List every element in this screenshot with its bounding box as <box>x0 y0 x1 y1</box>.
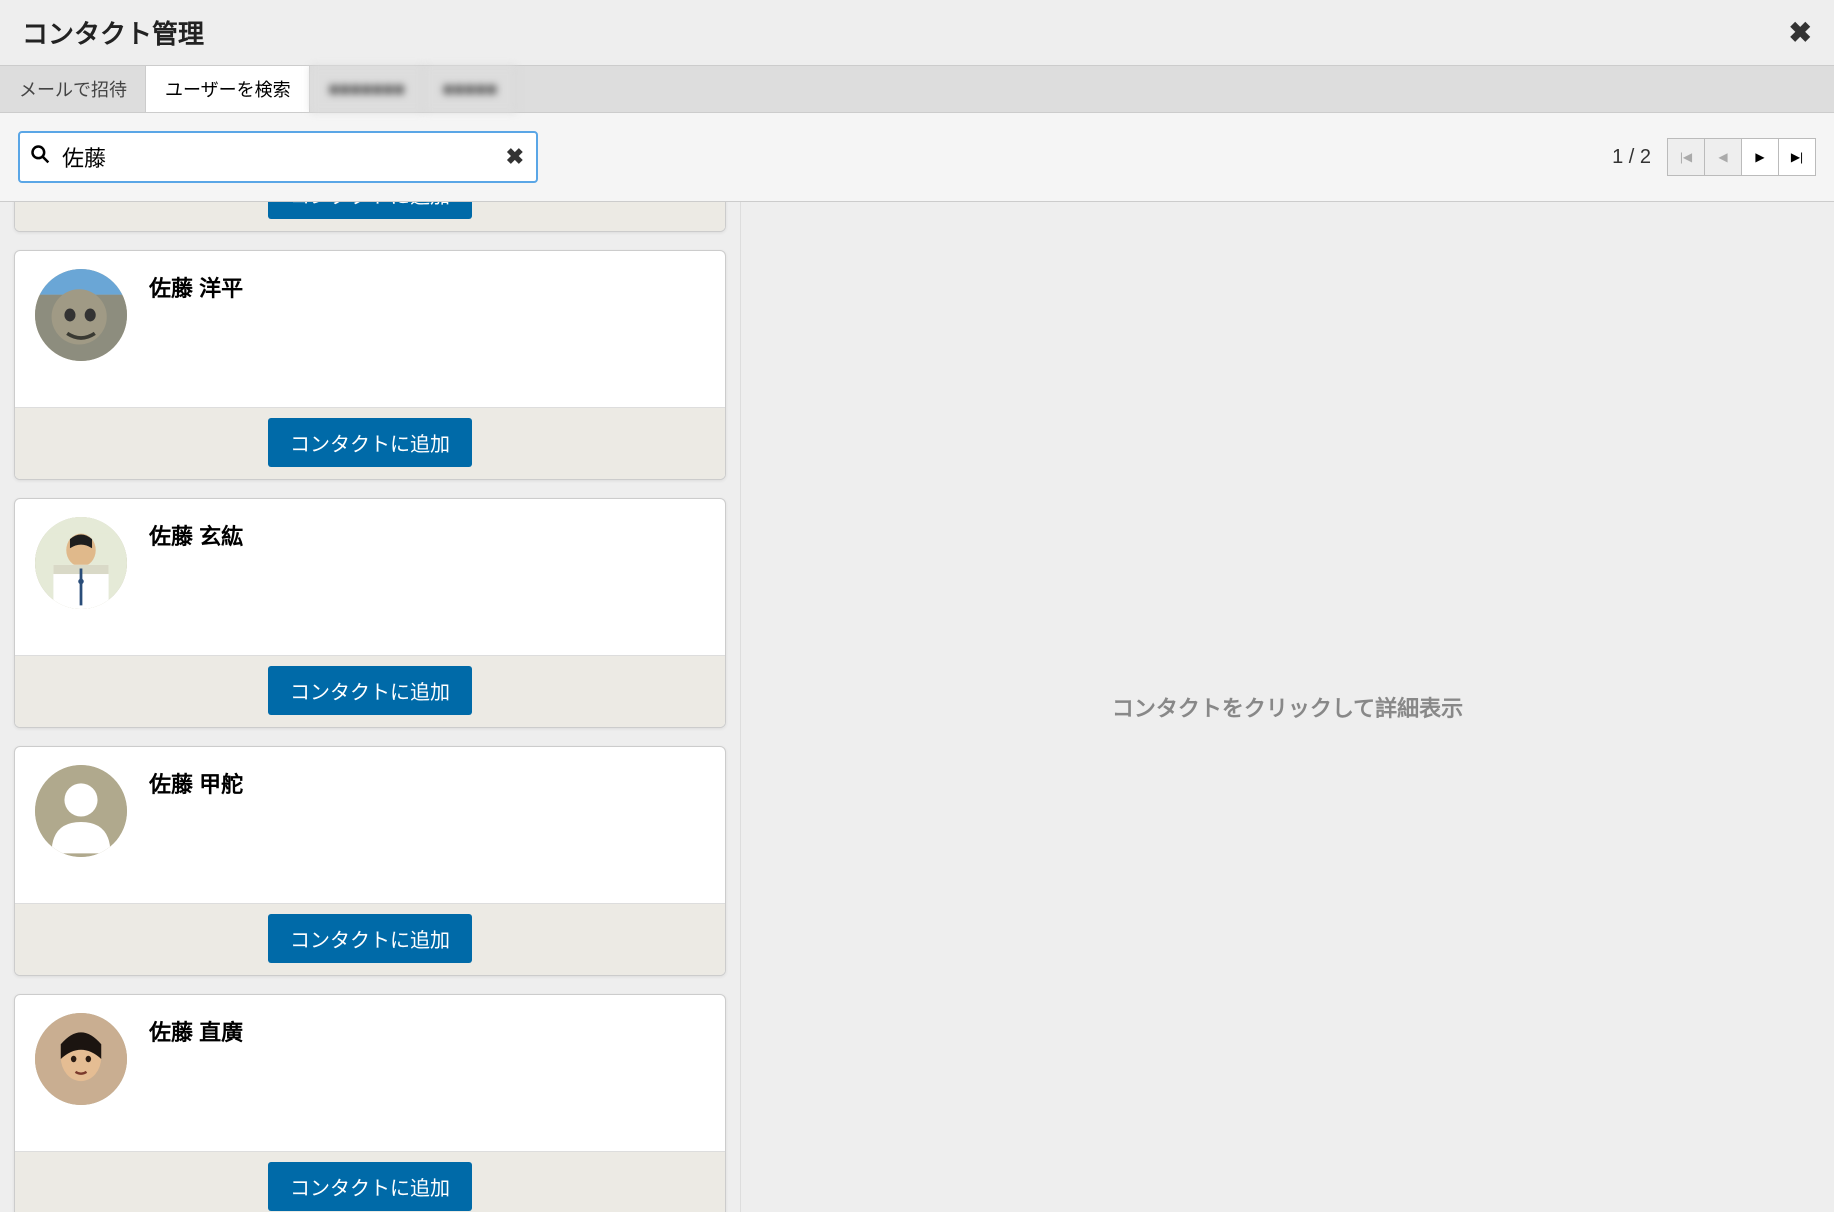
avatar <box>35 1013 127 1105</box>
contact-management-modal: コンタクト管理 ✖ メールで招待 ユーザーを検索 ■■■■■■■ ■■■■■ ✖… <box>0 0 1834 1212</box>
close-icon[interactable]: ✖ <box>1789 19 1812 47</box>
clear-search-icon[interactable]: ✖ <box>506 144 524 170</box>
results-scroll[interactable]: コンタクトに追加 <box>0 202 740 1212</box>
result-card[interactable]: 佐藤 玄紘 コンタクトに追加 <box>14 498 726 728</box>
avatar <box>35 269 127 361</box>
pager: 1 / 2 |◀ ◀ ▶ ▶| <box>1612 138 1816 176</box>
card-main: 佐藤 甲舵 <box>15 747 725 903</box>
detail-column: コンタクトをクリックして詳細表示 <box>740 202 1834 1212</box>
add-contact-button[interactable]: コンタクトに追加 <box>268 418 472 467</box>
card-main: 佐藤 玄紘 <box>15 499 725 655</box>
results-column: コンタクトに追加 <box>0 202 740 1212</box>
toolbar: ✖ 1 / 2 |◀ ◀ ▶ ▶| <box>0 113 1834 202</box>
titlebar: コンタクト管理 ✖ <box>0 0 1834 65</box>
search-wrap: ✖ <box>18 131 538 183</box>
pager-prev-button: ◀ <box>1704 138 1742 176</box>
pager-last-button[interactable]: ▶| <box>1778 138 1816 176</box>
result-name: 佐藤 洋平 <box>149 271 243 303</box>
result-card[interactable]: コンタクトに追加 <box>14 202 726 232</box>
card-main: 佐藤 洋平 <box>15 251 725 407</box>
tab-invite-by-mail[interactable]: メールで招待 <box>0 66 146 112</box>
result-card[interactable]: 佐藤 直廣 コンタクトに追加 <box>14 994 726 1212</box>
body: コンタクトに追加 <box>0 202 1834 1212</box>
add-contact-button[interactable]: コンタクトに追加 <box>268 202 472 219</box>
tab-redacted-a[interactable]: ■■■■■■■ <box>310 66 424 112</box>
result-name: 佐藤 甲舵 <box>149 767 243 799</box>
page-title: コンタクト管理 <box>22 14 204 51</box>
avatar <box>35 517 127 609</box>
tab-search-users[interactable]: ユーザーを検索 <box>146 66 310 112</box>
tabs: メールで招待 ユーザーを検索 ■■■■■■■ ■■■■■ <box>0 65 1834 113</box>
result-name: 佐藤 直廣 <box>149 1015 243 1047</box>
search-input[interactable] <box>18 131 538 183</box>
result-card[interactable]: 佐藤 甲舵 コンタクトに追加 <box>14 746 726 976</box>
card-footer: コンタクトに追加 <box>15 202 725 231</box>
add-contact-button[interactable]: コンタクトに追加 <box>268 914 472 963</box>
result-card[interactable]: 佐藤 洋平 コンタクトに追加 <box>14 250 726 480</box>
detail-placeholder: コンタクトをクリックして詳細表示 <box>1112 691 1463 723</box>
pager-first-button: |◀ <box>1667 138 1705 176</box>
card-footer: コンタクトに追加 <box>15 655 725 727</box>
avatar <box>35 765 127 857</box>
pager-next-button[interactable]: ▶ <box>1741 138 1779 176</box>
card-main: 佐藤 直廣 <box>15 995 725 1151</box>
pager-label: 1 / 2 <box>1612 146 1651 169</box>
card-footer: コンタクトに追加 <box>15 1151 725 1212</box>
add-contact-button[interactable]: コンタクトに追加 <box>268 1162 472 1211</box>
card-footer: コンタクトに追加 <box>15 903 725 975</box>
card-footer: コンタクトに追加 <box>15 407 725 479</box>
result-name: 佐藤 玄紘 <box>149 519 243 551</box>
add-contact-button[interactable]: コンタクトに追加 <box>268 666 472 715</box>
tab-redacted-b[interactable]: ■■■■■ <box>424 66 516 112</box>
